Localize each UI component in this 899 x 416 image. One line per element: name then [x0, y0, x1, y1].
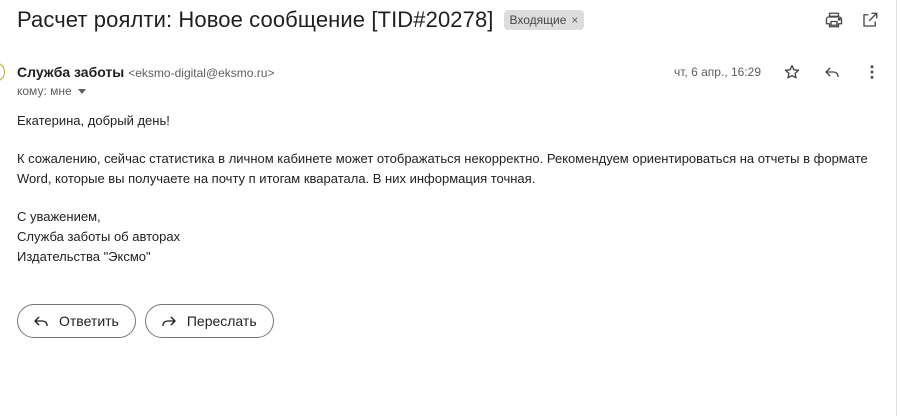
recipient-text: кому: мне: [17, 84, 72, 98]
body-paragraph-line-1: К сожалению, сейчас статистика в личном …: [17, 151, 868, 166]
signature-line-2: Служба заботы об авторах: [17, 229, 181, 244]
forward-button-label: Переслать: [186, 313, 257, 329]
print-icon: [825, 12, 843, 28]
reply-icon: [825, 67, 839, 78]
body-paragraph-line-2: Word, которые вы получаете на почту п ит…: [17, 171, 536, 186]
reply-icon-button[interactable]: [821, 61, 843, 83]
print-button[interactable]: [823, 9, 845, 31]
reply-icon: [32, 312, 50, 330]
signature-line-1: С уважением,: [17, 209, 101, 224]
email-date: чт, 6 апр., 16:29: [674, 65, 761, 79]
email-subject: Расчет роялти: Новое сообщение [TID#2027…: [17, 7, 494, 32]
email-body: Екатерина, добрый день! К сожалению, сей…: [17, 111, 877, 267]
top-actions: [823, 9, 881, 31]
message-actions: [781, 61, 883, 83]
sender-row: Служба заботы <eksmo-digital@eksmo.ru>: [17, 64, 275, 80]
forward-icon: [160, 312, 178, 330]
more-vertical-icon: [870, 65, 874, 79]
remove-label-icon[interactable]: ×: [571, 13, 578, 27]
sender-email: <eksmo-digital@eksmo.ru>: [128, 66, 275, 80]
recipient-row: кому: мне: [17, 84, 86, 98]
body-greeting: Екатерина, добрый день!: [17, 113, 170, 128]
forward-button[interactable]: Переслать: [144, 304, 274, 338]
reply-button-label: Ответить: [59, 313, 119, 329]
reply-button[interactable]: Ответить: [17, 304, 136, 338]
open-in-new-window-button[interactable]: [859, 9, 881, 31]
sender-name[interactable]: Служба заботы: [17, 64, 124, 80]
scrollbar-edge: [896, 0, 897, 416]
signature-line-3: Издательства "Эксмо": [17, 249, 151, 264]
recipient-details-dropdown-icon[interactable]: [77, 88, 86, 94]
more-options-button[interactable]: [861, 61, 883, 83]
star-button[interactable]: [781, 61, 803, 83]
label-chip-inbox[interactable]: Входящие ×: [503, 10, 585, 30]
bottom-actions: Ответить Переслать: [17, 304, 274, 338]
partial-avatar-edge: [0, 62, 5, 82]
star-icon: [784, 64, 800, 79]
subject-row: Расчет роялти: Новое сообщение [TID#2027…: [17, 6, 585, 34]
label-chip-text: Входящие: [509, 13, 567, 27]
open-in-new-window-icon: [863, 12, 878, 27]
